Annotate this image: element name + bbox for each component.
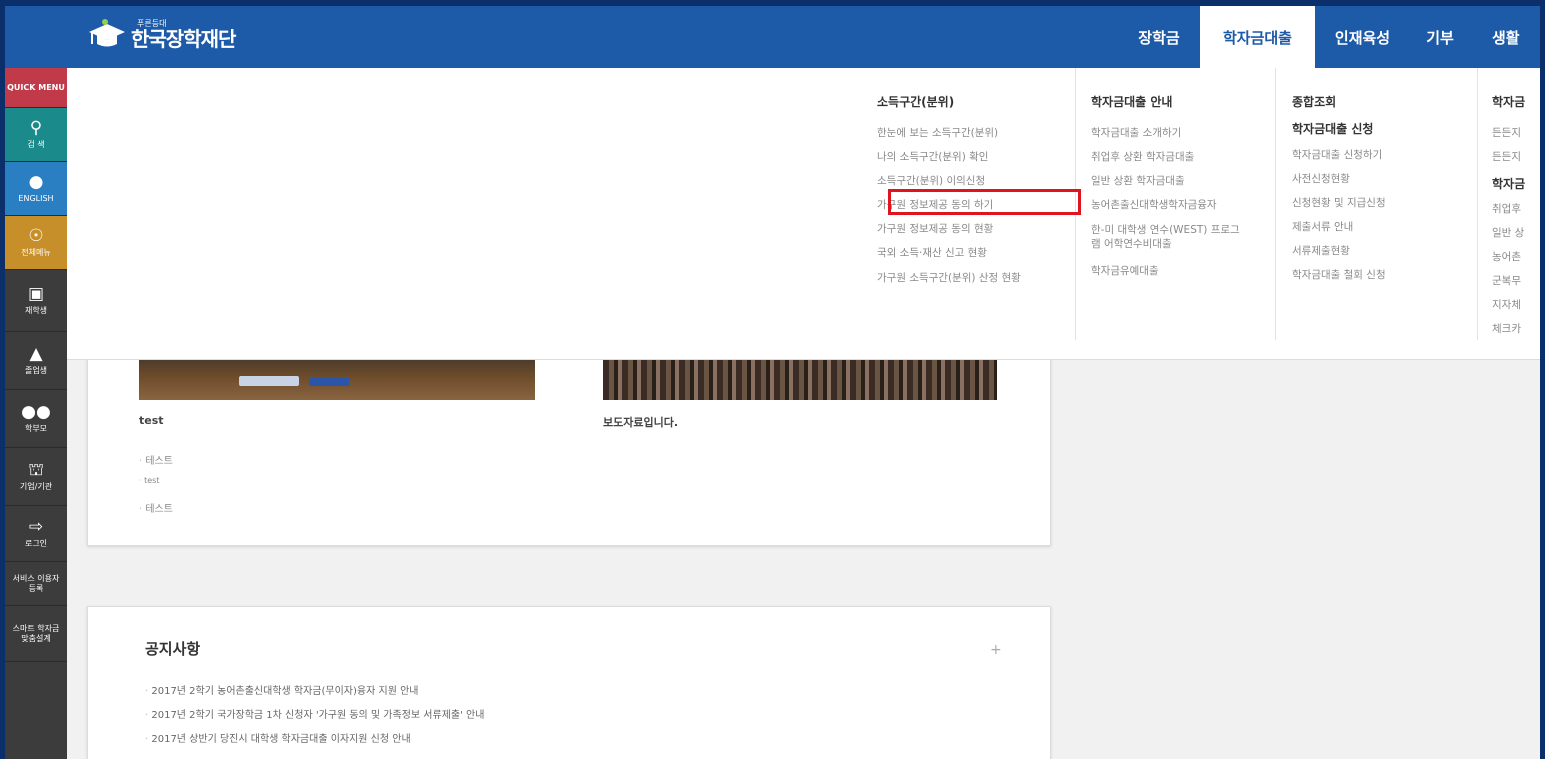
menu-link[interactable]: 학자금대출 소개하기 bbox=[1091, 121, 1275, 145]
sidebar-item-label: 전체메뉴 bbox=[21, 247, 51, 257]
menu-heading-loan[interactable]: 학자금 bbox=[1492, 93, 1540, 110]
quick-menu-sidebar: QUICK MENU ⚲ 검 색 ● ENGLISH ☉ 전체메뉴 ▣ 재학생 … bbox=[5, 68, 67, 759]
menu-link[interactable]: 사전신청현황 bbox=[1292, 167, 1475, 191]
notice-item[interactable]: 2017년 상반기 당진시 대학생 학자금대출 이자지원 신청 안내 bbox=[145, 730, 410, 745]
sidebar-item-login[interactable]: ⇨ 로그인 bbox=[5, 506, 67, 562]
student-loan-dropdown-menu: 소득구간(분위) 한눈에 보는 소득구간(분위) 나의 소득구간(분위) 확인 … bbox=[67, 68, 1540, 360]
menu-heading-overview[interactable]: 종합조회 bbox=[1292, 93, 1475, 110]
notice-item[interactable]: 2017년 2학기 국가장학금 1차 신청자 '가구원 동의 및 가족정보 서류… bbox=[145, 706, 484, 721]
menu-column-loan-more: 학자금 든든지 든든지 학자금 취업후 일반 상 농어촌 군복무 지자체 체크카 bbox=[1477, 68, 1540, 340]
nav-donation[interactable]: 기부 bbox=[1410, 6, 1470, 68]
menu-link[interactable]: 가구원 정보제공 동의 현황 bbox=[877, 217, 1077, 241]
menu-link[interactable]: 신청현황 및 지급신청 bbox=[1292, 191, 1475, 215]
laptop-shape bbox=[309, 378, 349, 386]
menu-link[interactable]: 제출서류 안내 bbox=[1292, 215, 1475, 239]
nav-student-loan[interactable]: 학자금대출 bbox=[1200, 6, 1315, 68]
sidebar-item-label: 졸업생 bbox=[24, 365, 48, 375]
login-icon: ⇨ bbox=[28, 516, 44, 537]
news-caption-left[interactable]: test bbox=[139, 414, 164, 427]
graduation-cap-icon: ▲ bbox=[29, 343, 43, 364]
institution-icon: ⛫ bbox=[28, 459, 44, 480]
book-icon: ▣ bbox=[27, 283, 45, 304]
menu-heading-loan-info[interactable]: 학자금대출 안내 bbox=[1091, 93, 1275, 110]
menu-link[interactable]: 군복무 bbox=[1492, 269, 1540, 293]
menu-link[interactable]: 든든지 bbox=[1492, 145, 1540, 169]
graduation-cap-logo-icon bbox=[85, 18, 125, 50]
menu-link[interactable]: 한-미 대학생 연수(WEST) 프로그램 어학연수비대출 bbox=[1091, 223, 1241, 251]
logo-text: 한국장학재단 bbox=[131, 26, 236, 51]
menu-link[interactable]: 일반 상 bbox=[1492, 221, 1540, 245]
site-logo[interactable]: 푸른등대 한국장학재단 bbox=[85, 18, 236, 51]
menu-link[interactable]: 농어촌출신대학생학자금융자 bbox=[1091, 193, 1275, 217]
list-item[interactable]: 테스트 bbox=[139, 500, 173, 515]
menu-link[interactable]: 학자금대출 신청하기 bbox=[1292, 143, 1475, 167]
menu-link[interactable]: 가구원 소득구간(분위) 산정 현황 bbox=[877, 271, 1047, 285]
sidebar-item-all-menu[interactable]: ☉ 전체메뉴 bbox=[5, 216, 67, 270]
notice-more-button[interactable]: + bbox=[990, 642, 1002, 658]
news-caption-right[interactable]: 보도자료입니다. bbox=[603, 414, 678, 430]
sidebar-item-label: 로그인 bbox=[24, 538, 48, 548]
list-item[interactable]: 테스트 bbox=[139, 452, 173, 467]
top-header: 푸른등대 한국장학재단 장학금 학자금대출 인재육성 기부 생활 bbox=[5, 6, 1540, 68]
sidebar-item-english[interactable]: ● ENGLISH bbox=[5, 162, 67, 216]
sidebar-item-label: 학부모 bbox=[24, 423, 48, 433]
menu-link[interactable]: 학자금대출 철회 신청 bbox=[1292, 263, 1475, 287]
globe-icon: ● bbox=[28, 171, 44, 192]
search-icon: ⚲ bbox=[29, 117, 43, 138]
menu-link[interactable]: 한눈에 보는 소득구간(분위) bbox=[877, 121, 1077, 145]
laptop-shape bbox=[239, 376, 299, 386]
nav-talent[interactable]: 인재육성 bbox=[1315, 6, 1410, 68]
news-photo-right[interactable] bbox=[603, 358, 997, 400]
sidebar-item-service-register[interactable]: 서비스 이용자 등록 bbox=[5, 562, 67, 606]
sidebar-item-label: 검 색 bbox=[27, 139, 45, 149]
menu-link[interactable]: 일반 상환 학자금대출 bbox=[1091, 169, 1275, 193]
sidebar-item-label: ENGLISH bbox=[18, 193, 54, 203]
sidebar-item-label: 재학생 bbox=[24, 305, 48, 315]
menu-column-loan-apply: 종합조회 학자금대출 신청 학자금대출 신청하기 사전신청현황 신청현황 및 지… bbox=[1275, 68, 1475, 340]
sidebar-item-institution[interactable]: ⛫ 기업/기관 bbox=[5, 448, 67, 506]
sidebar-item-parents[interactable]: ●● 학부모 bbox=[5, 390, 67, 448]
notice-title: 공지사항 bbox=[145, 640, 201, 658]
parents-icon: ●● bbox=[21, 401, 51, 422]
menu-heading-income-bracket[interactable]: 소득구간(분위) bbox=[877, 93, 1077, 110]
sidebar-item-enrolled[interactable]: ▣ 재학생 bbox=[5, 270, 67, 332]
menu-link[interactable]: 나의 소득구간(분위) 확인 bbox=[877, 145, 1077, 169]
menu-link[interactable]: 서류제출현황 bbox=[1292, 239, 1475, 263]
menu-link[interactable]: 든든지 bbox=[1492, 121, 1540, 145]
list-item[interactable]: test bbox=[139, 476, 159, 485]
news-photo-left[interactable] bbox=[139, 358, 535, 400]
nav-scholarship[interactable]: 장학금 bbox=[1118, 6, 1200, 68]
menu-link[interactable]: 농어촌 bbox=[1492, 245, 1540, 269]
menu-link[interactable]: 취업후 bbox=[1492, 197, 1540, 221]
menu-link[interactable]: 학자금유예대출 bbox=[1091, 259, 1275, 283]
quick-menu-label: QUICK MENU bbox=[5, 68, 67, 108]
sidebar-item-graduate[interactable]: ▲ 졸업생 bbox=[5, 332, 67, 390]
sidebar-item-smart-planner[interactable]: 스마트 학자금 맞춤설계 bbox=[5, 606, 67, 662]
menu-column-loan-info: 학자금대출 안내 학자금대출 소개하기 취업후 상환 학자금대출 일반 상환 학… bbox=[1075, 68, 1275, 340]
sidebar-item-search[interactable]: ⚲ 검 색 bbox=[5, 108, 67, 162]
main-nav: 장학금 학자금대출 인재육성 기부 생활 bbox=[1118, 6, 1540, 68]
menu-heading-loan-apply[interactable]: 학자금대출 신청 bbox=[1292, 120, 1475, 137]
menu-heading-loan-2[interactable]: 학자금 bbox=[1492, 175, 1540, 192]
menu-link[interactable]: 지자체 bbox=[1492, 293, 1540, 317]
notice-item[interactable]: 2017년 2학기 농어촌출신대학생 학자금(무이자)융자 지원 안내 bbox=[145, 682, 418, 697]
sidebar-item-label: 기업/기관 bbox=[19, 481, 53, 491]
highlight-box bbox=[888, 189, 1081, 215]
nav-living[interactable]: 생활 bbox=[1470, 6, 1540, 68]
browser-viewport: 푸른등대 한국장학재단 장학금 학자금대출 인재육성 기부 생활 QUICK M… bbox=[5, 6, 1540, 759]
menu-link[interactable]: 체크카 bbox=[1492, 317, 1540, 340]
menu-link[interactable]: 취업후 상환 학자금대출 bbox=[1091, 145, 1275, 169]
menu-link[interactable]: 국외 소득·재산 신고 현황 bbox=[877, 241, 1077, 265]
compass-icon: ☉ bbox=[28, 225, 44, 246]
